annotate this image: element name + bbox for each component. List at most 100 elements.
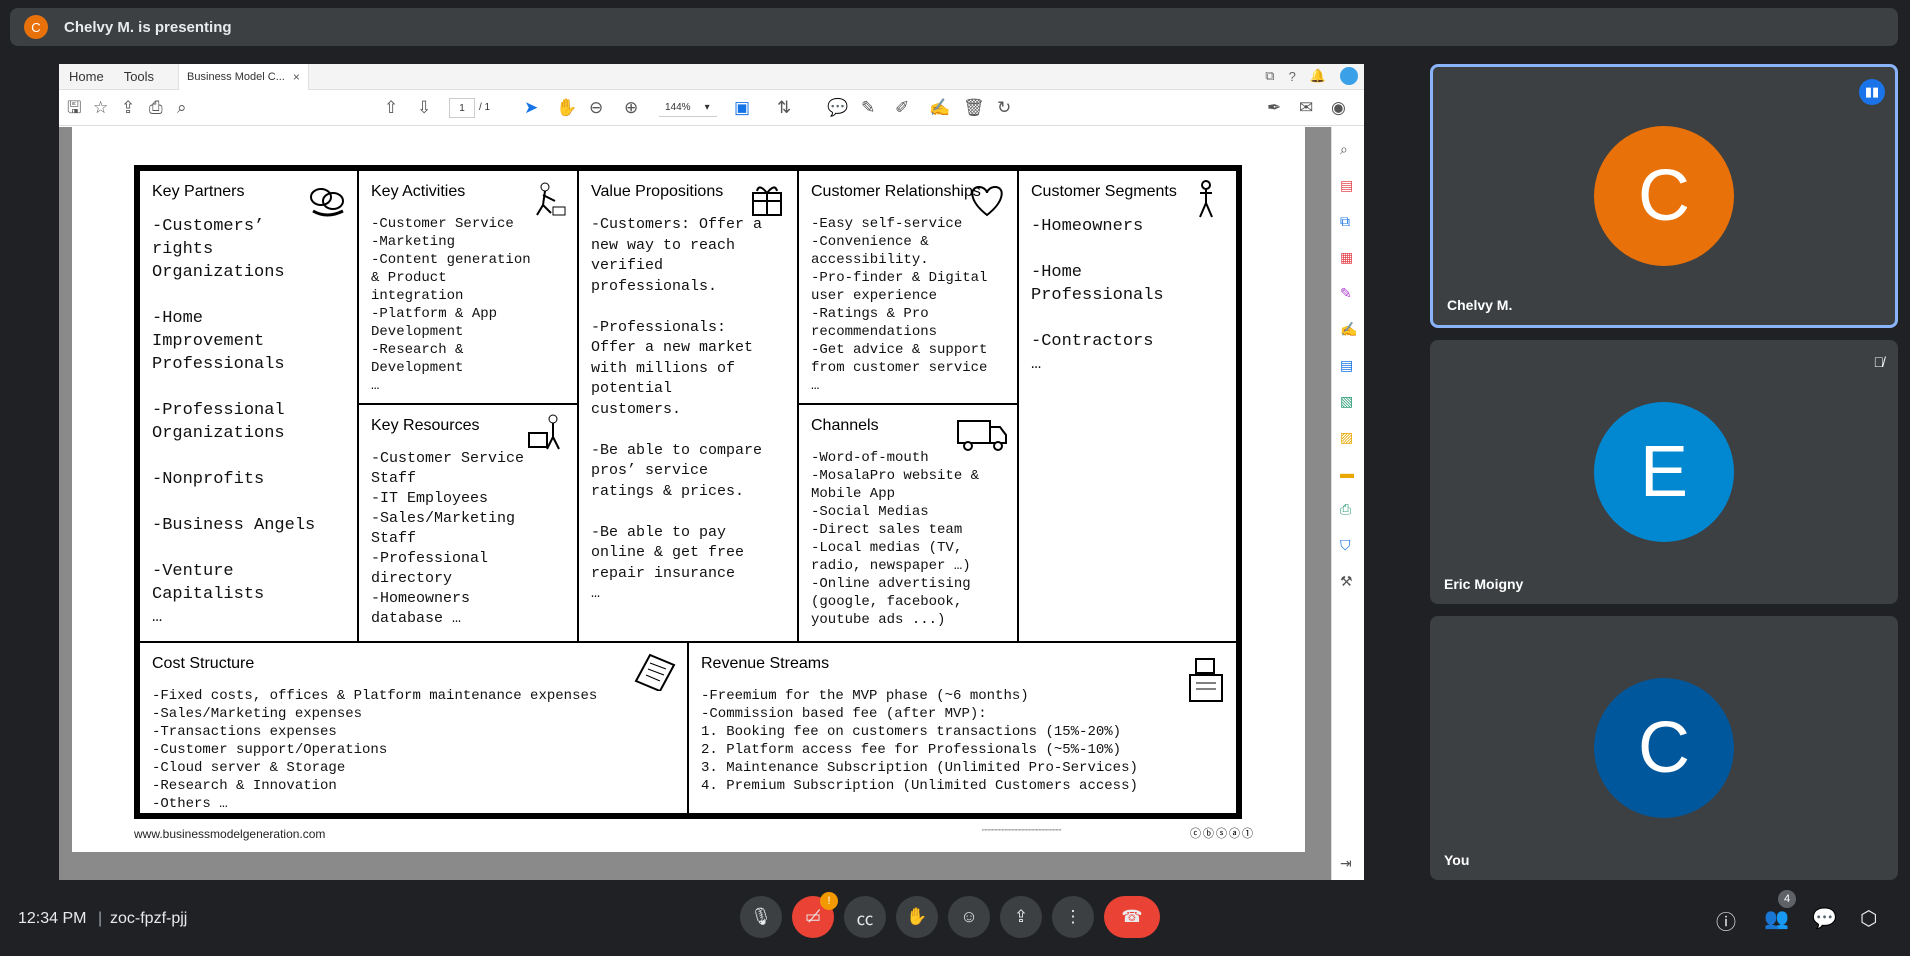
key-activities-title: Key Activities (371, 183, 466, 200)
more-tools-icon[interactable]: ⚒ (1340, 573, 1353, 589)
menu-tools[interactable]: Tools (114, 69, 164, 84)
select-cursor-icon[interactable]: ➤ (524, 99, 538, 117)
menu-home[interactable]: Home (59, 69, 114, 84)
combine-files-icon[interactable]: ⧉ (1340, 213, 1350, 229)
help-icon[interactable]: ? (1289, 69, 1296, 84)
create-pdf-icon[interactable]: ▤ (1340, 177, 1353, 193)
print-production-icon[interactable]: ⎙ (1340, 501, 1351, 517)
delete-icon[interactable]: 🗑 (963, 99, 985, 117)
zoom-out-icon[interactable]: ⊖ (589, 99, 603, 117)
camera-button[interactable]: ▭̸! (792, 892, 838, 938)
scroll-mode-icon[interactable]: ⇅ (777, 99, 791, 117)
send-for-review-icon[interactable]: ▨ (1340, 429, 1353, 445)
print-icon[interactable]: ⎙ (149, 99, 163, 117)
revenue-streams-cell: Revenue Streams -Freemium for the MVP ph… (687, 641, 1238, 815)
fill-sign-icon[interactable]: ✍ (929, 99, 950, 117)
receipt-icon (634, 653, 676, 691)
account-avatar[interactable] (1340, 67, 1358, 85)
star-icon[interactable]: ☆ (93, 99, 108, 117)
customer-segments-body: -Homeowners -Home Professionals -Contrac… (1031, 217, 1164, 374)
value-propositions-body: -Customers: Offer a new way to reach ver… (591, 216, 763, 602)
document-tab[interactable]: Business Model C... × (178, 63, 309, 90)
revenue-streams-title: Revenue Streams (701, 655, 830, 672)
rotate-icon[interactable]: ↻ (997, 99, 1011, 117)
share-screen-icon[interactable]: ⧉ (1265, 68, 1274, 84)
page-down-icon[interactable]: ⇩ (417, 99, 431, 117)
bell-icon[interactable]: 🔔 (1310, 68, 1326, 84)
fit-page-icon[interactable]: ▣ (734, 99, 750, 117)
separator: | (98, 910, 103, 927)
people-icon[interactable]: 👥 (1764, 906, 1789, 931)
comment-tool-icon[interactable]: ▬ (1340, 465, 1354, 481)
pdf-page: Key Partners -Customers’ rights Organiza… (72, 127, 1305, 852)
meeting-details-icon[interactable]: ⓘ (1716, 906, 1736, 935)
present-screen-icon: ⇪ (1013, 907, 1029, 926)
participant-tile[interactable]: E 🎙̸ Eric Moigny (1430, 340, 1898, 604)
value-propositions-title: Value Propositions (591, 183, 724, 200)
microphone-button[interactable]: 🎙 (740, 896, 782, 938)
business-model-canvas: Key Partners -Customers’ rights Organiza… (134, 165, 1242, 819)
meeting-code: zoc-fpzf-pjj (110, 910, 188, 927)
footer-url: www.businessmodelgeneration.com (134, 827, 326, 841)
zoom-in-icon[interactable]: ⊕ (624, 99, 638, 117)
presenter-bar: C Chelvy M. is presenting (10, 8, 1898, 46)
channels-title: Channels (811, 417, 879, 434)
chat-icon[interactable]: 💬 (1812, 906, 1837, 931)
participant-tile[interactable]: C ▮▮ Chelvy M. (1430, 64, 1898, 328)
key-partners-cell: Key Partners -Customers’ rights Organiza… (138, 169, 359, 643)
participant-tile[interactable]: C You (1430, 616, 1898, 880)
cash-register-icon (1189, 658, 1223, 702)
gift-icon (752, 186, 782, 216)
participant-count-badge: 4 (1778, 890, 1796, 908)
key-resources-body: -Customer Service Staff -IT Employees -S… (371, 450, 525, 627)
cost-structure-cell: Cost Structure -Fixed costs, offices & P… (138, 641, 689, 815)
page-total: / 1 (479, 102, 491, 113)
clock: 12:34 PM (18, 910, 87, 927)
more-options-button[interactable]: ⋮ (1052, 896, 1094, 938)
hand-tool-icon[interactable]: ✋ (556, 99, 577, 117)
close-tab-icon[interactable]: × (293, 70, 300, 84)
pdf-toolbar: 🖫 ☆ ⇪ ⎙ ⌕ ⇧ ⇩ 1 / 1 ➤ ✋ ⊖ ⊕ 144% ▾ ▣ ⇅ 💬 … (59, 90, 1364, 126)
captions-button[interactable]: ㏄ (844, 896, 886, 938)
customer-relationships-title: Customer Relationships (811, 183, 981, 200)
save-icon[interactable]: 🖫 (67, 99, 81, 117)
fill-sign-tool-icon[interactable]: ✍ (1340, 321, 1357, 337)
creative-commons-icon: ⓒⓑⓢⓐ① (1190, 828, 1255, 840)
factory-worker-icon (528, 414, 560, 450)
more-vert-icon: ⋮ (1064, 907, 1082, 926)
truck-icon (957, 420, 1007, 451)
customer-segments-cell: Customer Segments -Homeowners -Home Prof… (1017, 169, 1238, 643)
key-partners-body: -Customers’ rights Organizations -Home I… (152, 217, 316, 627)
organize-pages-icon[interactable]: ▦ (1340, 249, 1353, 265)
customer-relationships-cell: Customer Relationships -Easy self-servic… (797, 169, 1019, 405)
draw-icon[interactable]: ✐ (895, 99, 909, 117)
page-up-icon[interactable]: ⇧ (384, 99, 398, 117)
export-pdf-icon[interactable]: ▤ (1340, 357, 1353, 373)
hand-icon: ✋ (906, 907, 928, 926)
zoom-select[interactable]: 144% ▾ (659, 99, 717, 117)
tools-side-panel: ⌕ ▤ ⧉ ▦ ✎ ✍ ▤ ▧ ▨ ▬ ⎙ ⛉ ⚒ ⇥ (1331, 127, 1364, 880)
reactions-button[interactable]: ☺ (948, 896, 990, 938)
presenter-status: Chelvy M. is presenting (64, 18, 232, 36)
search-icon[interactable]: ⌕ (1340, 141, 1348, 157)
participant-name: Chelvy M. (1447, 297, 1513, 313)
highlight-icon[interactable]: ✎ (861, 99, 875, 117)
protect-icon[interactable]: ⛉ (1340, 537, 1351, 553)
leave-call-button[interactable]: ☎ (1104, 896, 1160, 938)
raise-hand-button[interactable]: ✋ (896, 896, 938, 938)
zoom-search-icon[interactable]: ⌕ (177, 99, 187, 117)
emoji-icon: ☺ (960, 907, 978, 926)
account-icon[interactable]: ◉ (1331, 99, 1346, 117)
activities-icon[interactable]: ⬡ (1860, 906, 1877, 931)
page-number-input[interactable]: 1 (449, 98, 475, 118)
edit-pdf-icon[interactable]: ✎ (1340, 285, 1352, 301)
comment-icon[interactable]: 💬 (827, 99, 848, 117)
mail-icon[interactable]: ✉ (1299, 99, 1313, 117)
zoom-value: 144% (665, 102, 691, 113)
upload-icon[interactable]: ⇪ (121, 99, 135, 117)
scan-icon[interactable]: ▧ (1340, 393, 1353, 409)
sign-icon[interactable]: ✒ (1267, 99, 1281, 117)
present-button[interactable]: ⇪ (1000, 896, 1042, 938)
collapse-panel-icon[interactable]: ⇥ (1340, 855, 1352, 871)
camera-off-icon: ▭̸ (804, 907, 822, 926)
